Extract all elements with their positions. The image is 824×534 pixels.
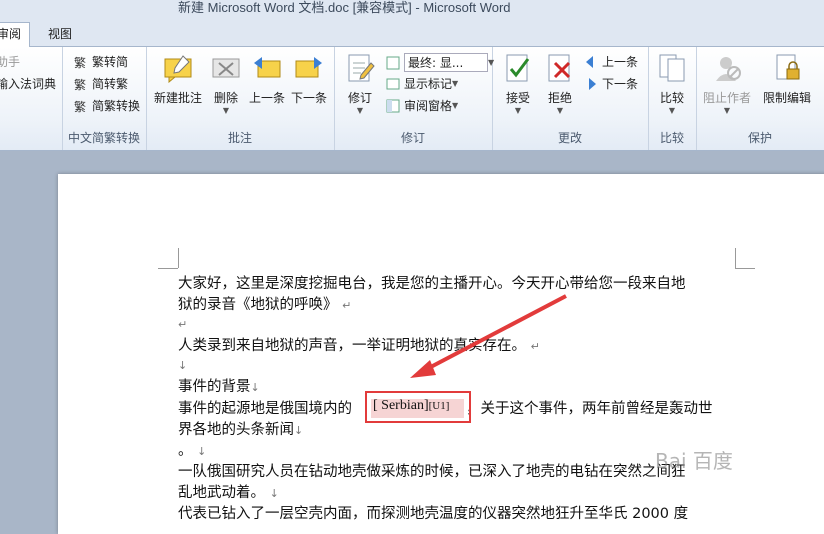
watermark-logo: Bai 百度 — [655, 449, 733, 473]
annotation-arrow-icon — [410, 294, 567, 378]
